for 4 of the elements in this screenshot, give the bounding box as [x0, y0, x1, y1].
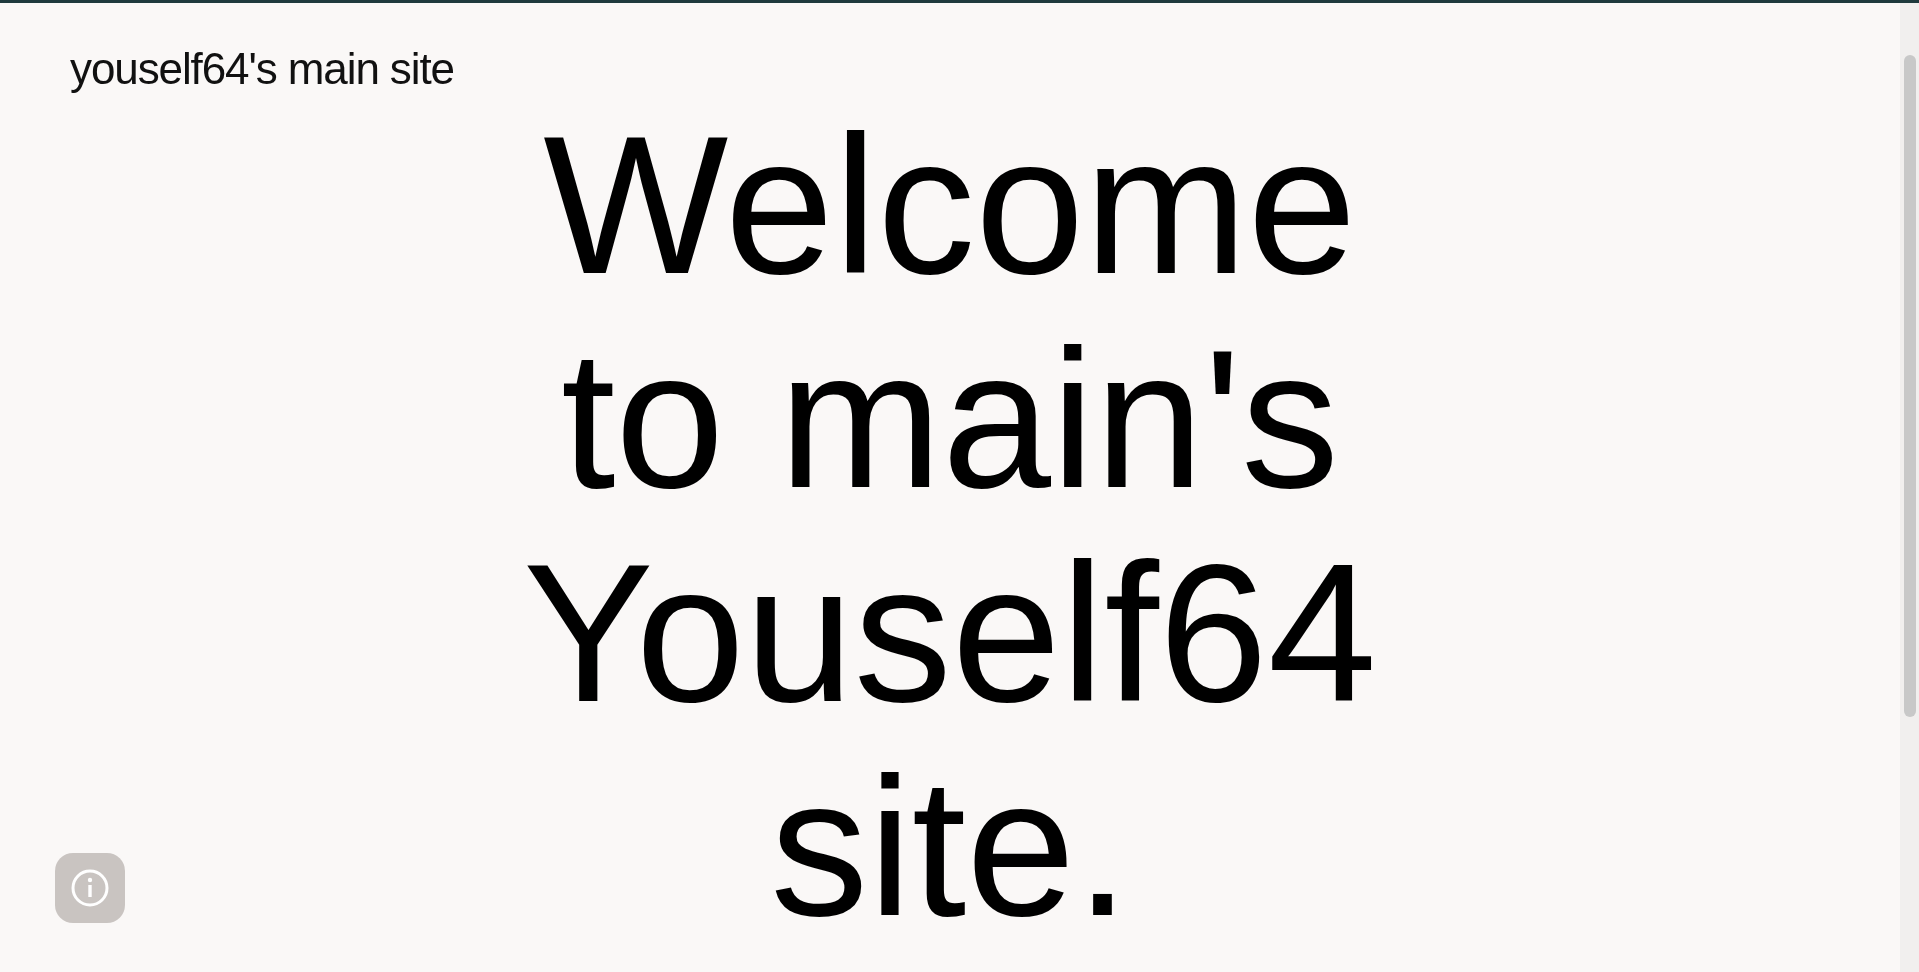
- site-title: youself64's main site: [70, 44, 454, 93]
- info-button[interactable]: [55, 853, 125, 923]
- hero-heading: Welcome to main's Youself64 site.: [522, 99, 1378, 955]
- info-icon: [70, 868, 110, 908]
